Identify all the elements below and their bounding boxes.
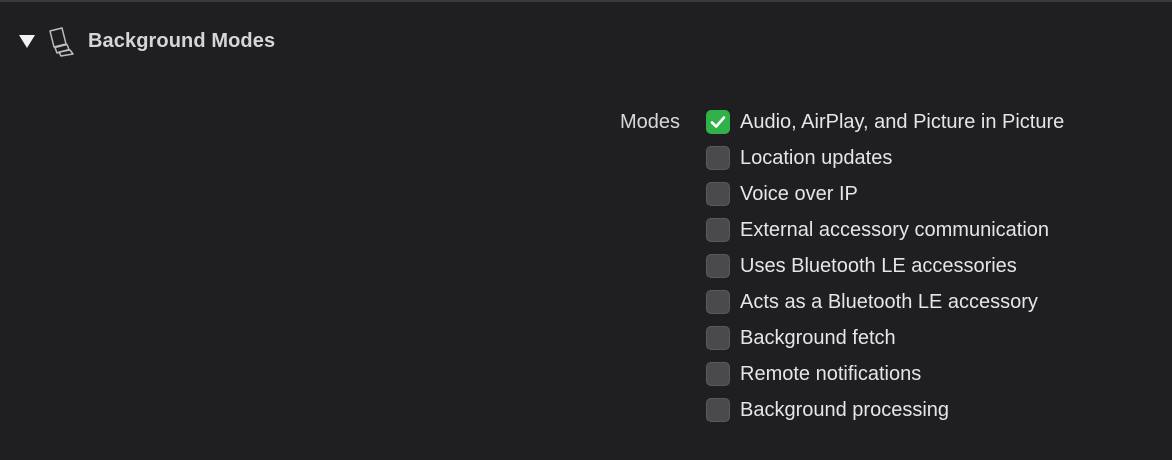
modes-label: Modes xyxy=(620,111,681,133)
mode-label: Background fetch xyxy=(740,326,896,349)
mode-label: Voice over IP xyxy=(740,182,858,205)
section-title: Background Modes xyxy=(88,29,276,52)
mode-option-voice-over-ip[interactable]: Voice over IP xyxy=(706,176,1064,212)
mode-option-uses-bluetooth-le-accessories[interactable]: Uses Bluetooth LE accessories xyxy=(706,248,1064,284)
mode-option-acts-as-a-bluetooth-le-accessory[interactable]: Acts as a Bluetooth LE accessory xyxy=(706,284,1064,320)
mode-label: Audio, AirPlay, and Picture in Picture xyxy=(740,110,1065,133)
checkbox-checked[interactable] xyxy=(706,110,730,134)
mode-option-background-fetch[interactable]: Background fetch xyxy=(706,320,1064,356)
mode-option-background-processing[interactable]: Background processing xyxy=(706,392,1064,428)
checkbox-unchecked[interactable] xyxy=(706,398,730,422)
mode-label: Location updates xyxy=(740,146,893,169)
checkmark-icon xyxy=(710,116,726,128)
checkbox-unchecked[interactable] xyxy=(706,290,730,314)
triangle-down-icon[interactable] xyxy=(16,30,38,52)
modes-list: Audio, AirPlay, and Picture in Picture Lo… xyxy=(706,104,1064,428)
mode-option-remote-notifications[interactable]: Remote notifications xyxy=(706,356,1064,392)
top-divider xyxy=(0,0,1172,2)
mode-option-audio-airplay-and-picture-in-picture[interactable]: Audio, AirPlay, and Picture in Picture xyxy=(706,104,1064,140)
mode-label: External accessory communication xyxy=(740,218,1050,241)
checkbox-unchecked[interactable] xyxy=(706,182,730,206)
checkbox-unchecked[interactable] xyxy=(706,146,730,170)
mode-option-external-accessory-communication[interactable]: External accessory communication xyxy=(706,212,1064,248)
checkbox-unchecked[interactable] xyxy=(706,254,730,278)
section-header: Background Modes xyxy=(16,24,275,58)
mode-label: Background processing xyxy=(740,398,950,421)
mode-label: Uses Bluetooth LE accessories xyxy=(740,254,1017,277)
layered-pages-icon xyxy=(46,25,78,57)
checkbox-unchecked[interactable] xyxy=(706,218,730,242)
checkbox-unchecked[interactable] xyxy=(706,362,730,386)
mode-option-location-updates[interactable]: Location updates xyxy=(706,140,1064,176)
checkbox-unchecked[interactable] xyxy=(706,326,730,350)
mode-label: Remote notifications xyxy=(740,362,922,385)
mode-label: Acts as a Bluetooth LE accessory xyxy=(740,290,1038,313)
